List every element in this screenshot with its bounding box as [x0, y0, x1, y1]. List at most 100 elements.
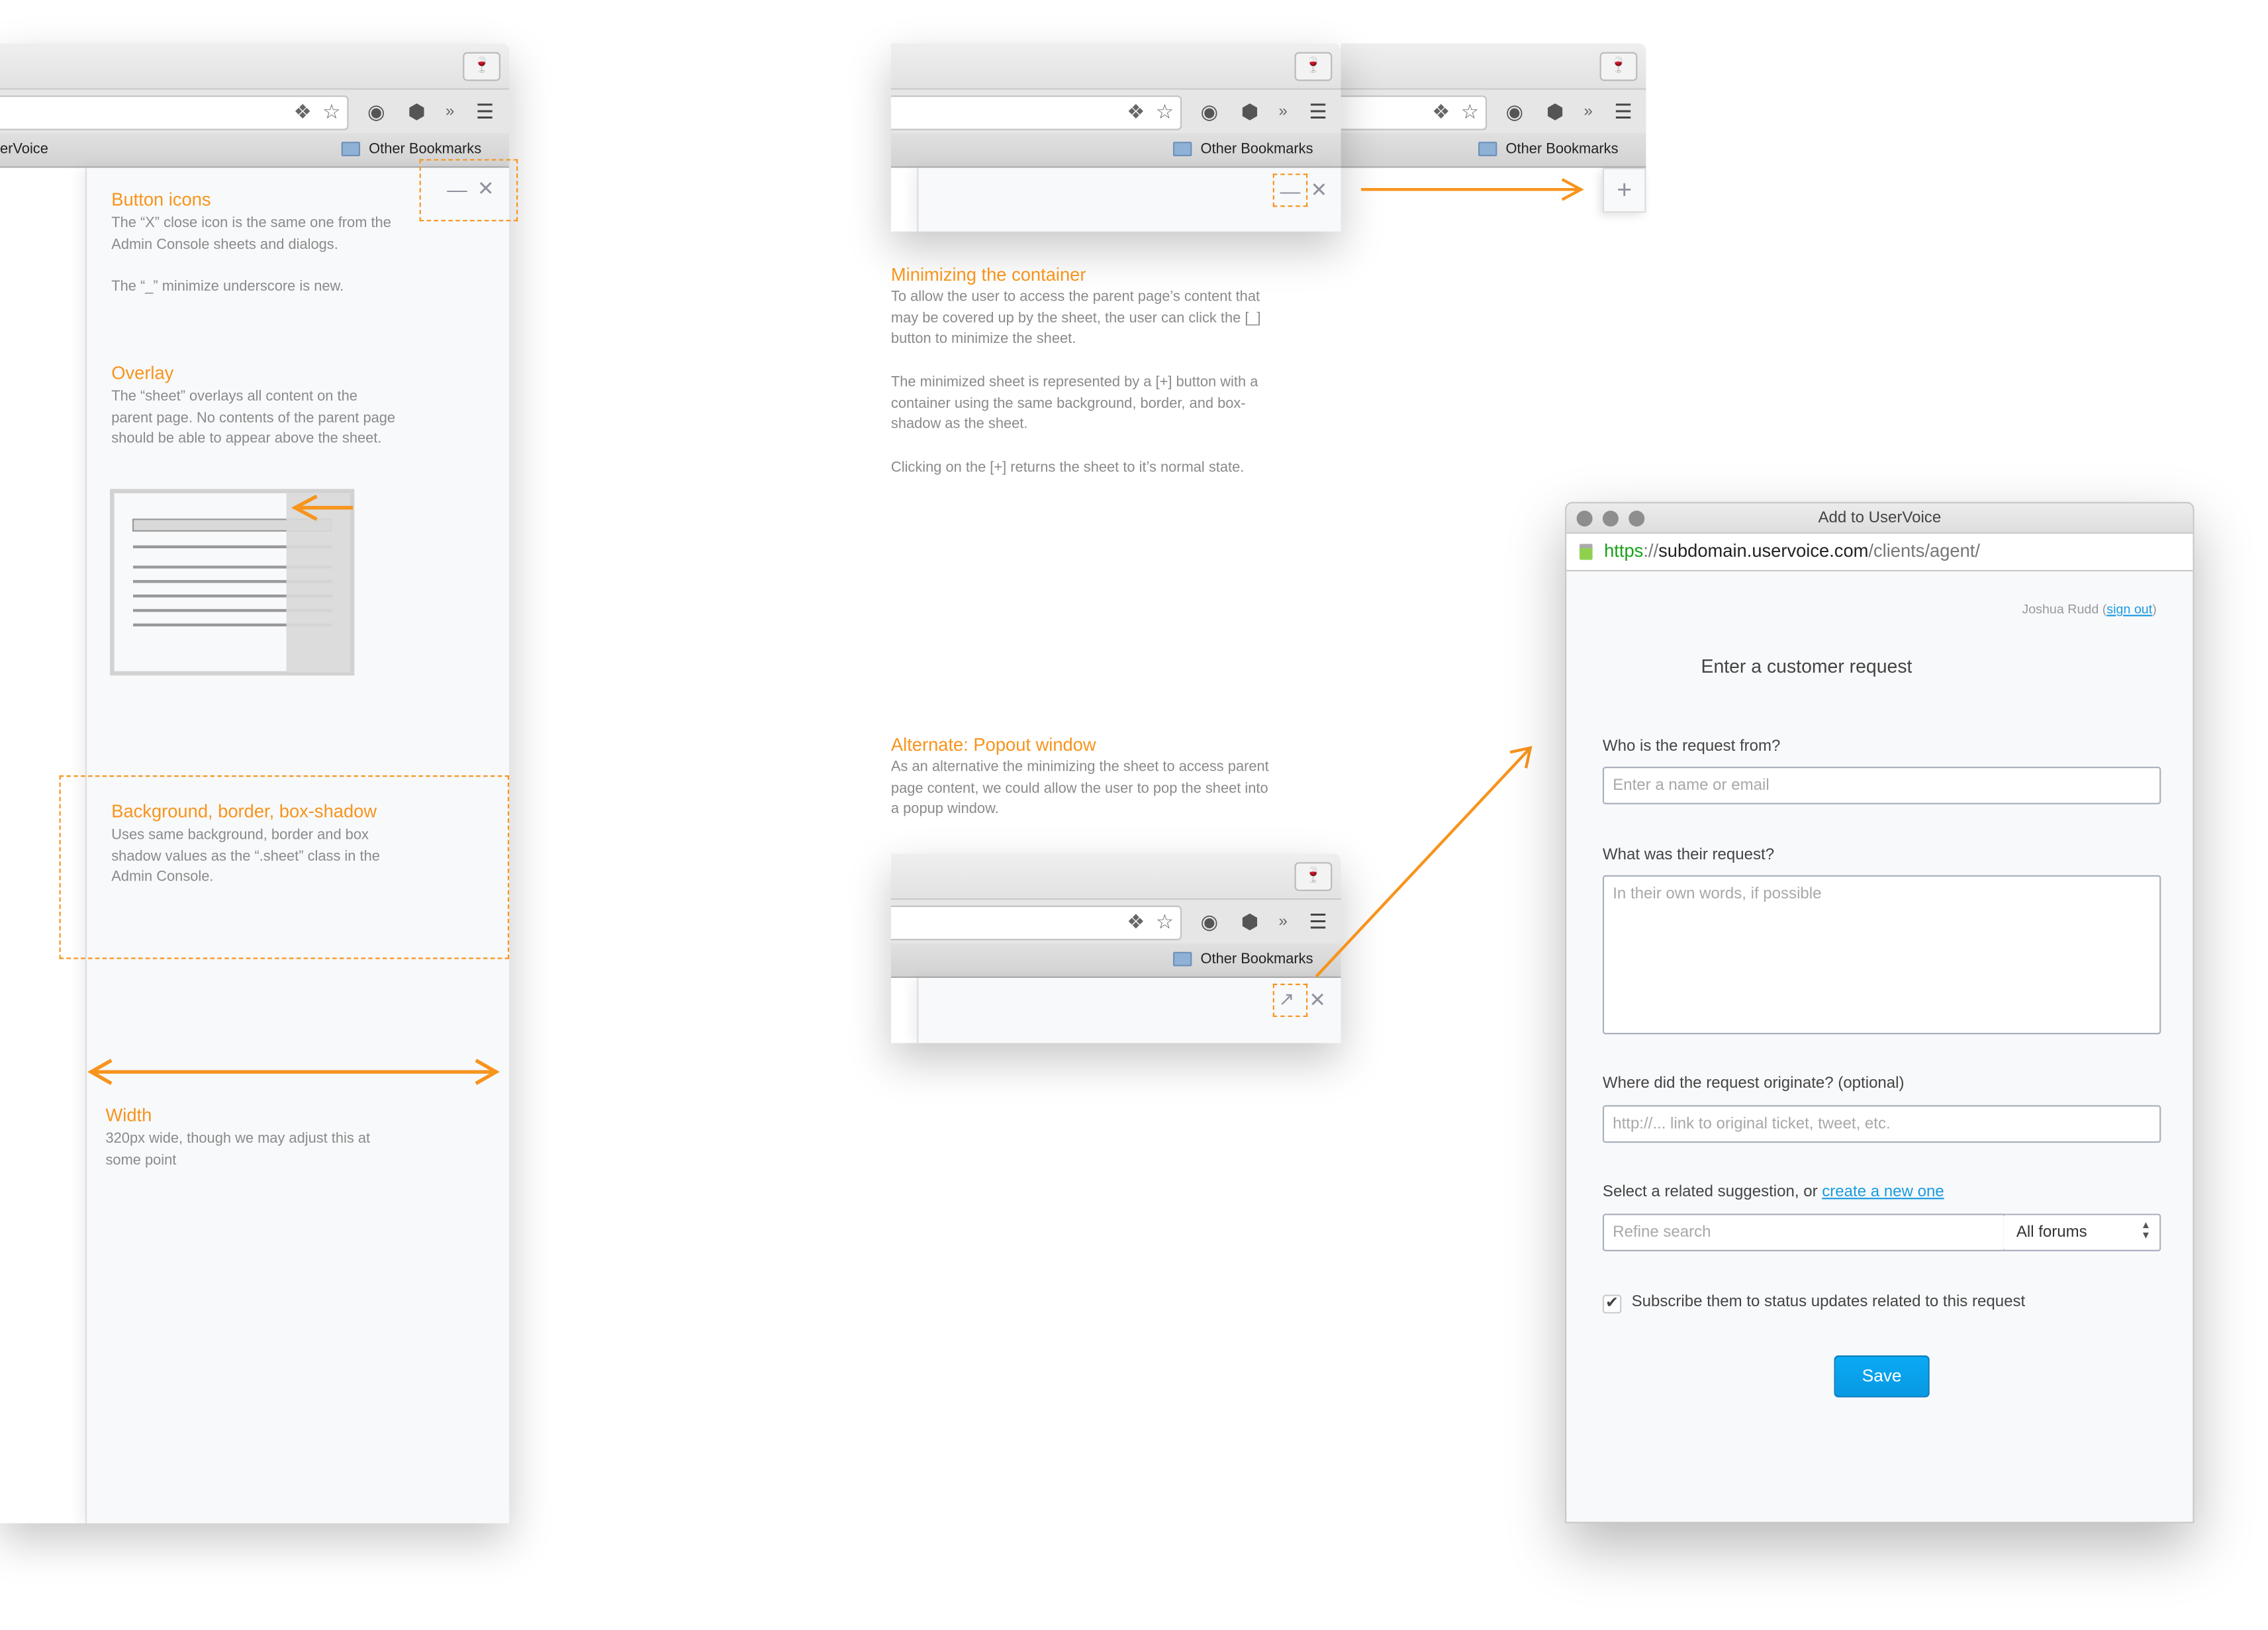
- popup-window-title: Add to UserVoice: [1818, 509, 1942, 527]
- popout-arrow-connector-icon: [1315, 745, 1533, 978]
- request-label: What was their request?: [1602, 846, 1775, 864]
- evernote-icon[interactable]: ◉: [1201, 910, 1219, 933]
- close-traffic-light[interactable]: [1576, 510, 1593, 527]
- other-bookmarks[interactable]: Other Bookmarks: [1201, 142, 1313, 158]
- folder-icon: [1172, 142, 1192, 156]
- width-double-arrow-icon: [87, 1059, 500, 1085]
- button-icons-title: Button icons: [111, 189, 211, 210]
- popup-url-bar[interactable]: https://subdomain.uservoice.com/clients/…: [1566, 534, 2193, 572]
- evernote-icon[interactable]: ◉: [1201, 100, 1219, 123]
- diamond-extension-icon[interactable]: ❖: [1127, 910, 1145, 933]
- hex-extension-icon[interactable]: ⬢: [1241, 910, 1259, 933]
- url-path: /clients/agent/: [1868, 541, 1980, 561]
- browser-titlebar: 🍷: [0, 43, 510, 90]
- minimize-highlight: [1272, 173, 1308, 207]
- popup-titlebar: Add to UserVoice: [1566, 503, 2193, 534]
- wine-glass-icon[interactable]: 🍷: [463, 52, 500, 81]
- subscribe-checkbox[interactable]: ✔: [1602, 1294, 1622, 1314]
- button-icons-body: The “X” close icon is the same one from …: [111, 215, 391, 253]
- select-arrows-icon: ▲ ▼: [2140, 1221, 2151, 1241]
- hex-extension-icon[interactable]: ⬢: [1546, 100, 1564, 123]
- folder-icon: [341, 142, 361, 156]
- browser-toolbar: ❖ ☆ ◉ ⬢ » ☰: [890, 900, 1341, 943]
- forum-select-value: All forums: [2016, 1223, 2087, 1241]
- menu-icon[interactable]: ☰: [1309, 100, 1327, 123]
- bookmark-uservoice[interactable]: erVoice: [0, 142, 48, 158]
- bookmarks-bar: Other Bookmarks: [890, 133, 1341, 168]
- url-scheme: https: [1604, 541, 1644, 561]
- browser-toolbar: ❖ ☆ ◉ ⬢ » ☰: [890, 89, 1341, 134]
- diamond-extension-icon[interactable]: ❖: [294, 100, 312, 123]
- subscribe-label[interactable]: Subscribe them to status updates related…: [1632, 1293, 2026, 1310]
- overlay-title: Overlay: [111, 363, 174, 384]
- url-separator: ://: [1643, 541, 1659, 561]
- other-bookmarks[interactable]: Other Bookmarks: [369, 142, 481, 158]
- background-body: Uses same background, border and box sha…: [111, 827, 380, 886]
- minimizing-body-2: The minimized sheet is represented by a …: [890, 374, 1258, 433]
- close-icon[interactable]: ✕: [1311, 179, 1328, 200]
- overflow-chevron-icon[interactable]: »: [1584, 100, 1593, 123]
- suggestion-label-text: Select a related suggestion, or: [1602, 1183, 1818, 1201]
- minimizing-title: Minimizing the container: [890, 264, 1086, 285]
- browser-titlebar: 🍷: [1341, 43, 1646, 90]
- diamond-extension-icon[interactable]: ❖: [1432, 100, 1450, 123]
- overflow-chevron-icon[interactable]: »: [1278, 910, 1287, 933]
- star-icon[interactable]: ☆: [322, 100, 340, 123]
- star-icon[interactable]: ☆: [1156, 910, 1174, 933]
- evernote-icon[interactable]: ◉: [367, 100, 385, 123]
- button-icons-body-2: The “_” minimize underscore is new.: [111, 279, 344, 295]
- popout-title: Alternate: Popout window: [890, 734, 1096, 755]
- refine-search-input[interactable]: Refine search: [1602, 1214, 2005, 1251]
- button-icons-highlight: [419, 159, 518, 222]
- hex-extension-icon[interactable]: ⬢: [1241, 100, 1259, 123]
- diamond-extension-icon[interactable]: ❖: [1127, 100, 1145, 123]
- folder-icon: [1478, 142, 1497, 156]
- wine-glass-icon[interactable]: 🍷: [1599, 52, 1638, 81]
- restore-plus-button[interactable]: +: [1602, 168, 1646, 213]
- user-name: Joshua Rudd: [2022, 601, 2099, 616]
- overlay-body: The “sheet” overlays all content on the …: [111, 389, 396, 448]
- minimize-traffic-light[interactable]: [1602, 510, 1619, 527]
- bookmarks-bar: Other Bookmarks: [890, 943, 1341, 979]
- design-spec-canvas: 🍷 ❖ ☆ ◉ ⬢ » ☰ erVoice Other Bookmarks — …: [0, 0, 2268, 1630]
- arrow-right-icon: [1361, 178, 1584, 201]
- request-textarea[interactable]: In their own words, if possible: [1602, 875, 2161, 1035]
- forum-select[interactable]: All forums ▲ ▼: [2003, 1214, 2161, 1251]
- from-input[interactable]: Enter a name or email: [1602, 767, 2161, 804]
- hex-extension-icon[interactable]: ⬢: [408, 100, 426, 123]
- menu-icon[interactable]: ☰: [476, 100, 494, 123]
- from-label: Who is the request from?: [1602, 738, 1781, 755]
- overflow-chevron-icon[interactable]: »: [1278, 100, 1287, 123]
- bookmarks-bar: Other Bookmarks: [1341, 133, 1646, 168]
- overflow-chevron-icon[interactable]: »: [446, 100, 454, 123]
- save-button[interactable]: Save: [1834, 1355, 1930, 1398]
- url-host: subdomain.uservoice.com: [1658, 541, 1869, 561]
- create-new-link[interactable]: create a new one: [1822, 1183, 1944, 1200]
- sign-out-link[interactable]: sign out: [2106, 602, 2152, 616]
- overlay-diagram: [110, 489, 355, 676]
- wine-glass-icon[interactable]: 🍷: [1294, 52, 1333, 81]
- folder-icon: [1172, 951, 1192, 967]
- evernote-icon[interactable]: ◉: [1506, 100, 1524, 123]
- user-info: Joshua Rudd (sign out): [2022, 601, 2157, 616]
- popout-highlight: [1272, 983, 1308, 1018]
- star-icon[interactable]: ☆: [1461, 100, 1479, 123]
- width-title: Width: [105, 1105, 152, 1126]
- popup-window: Add to UserVoice https://subdomain.userv…: [1565, 502, 2195, 1523]
- other-bookmarks[interactable]: Other Bookmarks: [1506, 142, 1619, 158]
- menu-icon[interactable]: ☰: [1614, 100, 1632, 123]
- close-icon[interactable]: ✕: [1309, 990, 1326, 1010]
- star-icon[interactable]: ☆: [1156, 100, 1174, 123]
- popout-body: As an alternative the minimizing the she…: [890, 759, 1269, 818]
- other-bookmarks[interactable]: Other Bookmarks: [1201, 952, 1313, 968]
- browser-titlebar: 🍷: [890, 853, 1341, 900]
- origin-input[interactable]: http://... link to original ticket, twee…: [1602, 1105, 2161, 1143]
- lock-icon: [1579, 544, 1593, 560]
- browser-titlebar: 🍷: [890, 43, 1341, 90]
- minimizing-body-3: Clicking on the [+] returns the sheet to…: [890, 459, 1245, 476]
- width-body: 320px wide, though we may adjust this at…: [105, 1131, 371, 1169]
- browser-toolbar: ❖ ☆ ◉ ⬢ » ☰: [0, 89, 510, 134]
- browser-toolbar: ❖ ☆ ◉ ⬢ » ☰: [1341, 89, 1646, 134]
- zoom-traffic-light[interactable]: [1629, 510, 1645, 527]
- minimizing-body-1: To allow the user to access the parent p…: [890, 289, 1261, 348]
